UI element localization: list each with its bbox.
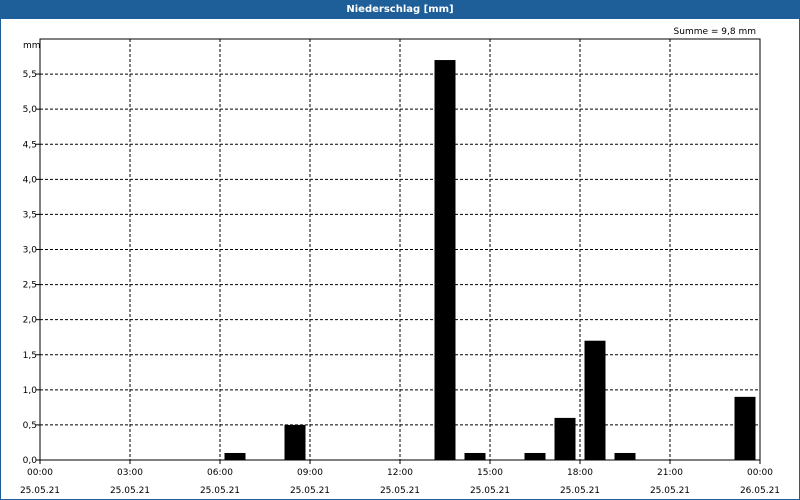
x-tick-time: 03:00 bbox=[117, 468, 143, 478]
x-tick-date: 26.05.21 bbox=[740, 486, 780, 496]
x-tick-date: 25.05.21 bbox=[200, 486, 240, 496]
y-tick-label: 2,0 bbox=[23, 316, 38, 326]
x-tick-time: 06:00 bbox=[207, 468, 233, 478]
y-tick-label: 0,5 bbox=[23, 421, 37, 431]
x-tick-date: 25.05.21 bbox=[20, 486, 60, 496]
x-tick-time: 00:00 bbox=[747, 468, 773, 478]
y-tick-label: 0,0 bbox=[23, 456, 38, 466]
precipitation-chart: 0,0 0,5 1,0 1,5 2,0 2,5 3,0 3,5 4,0 4,5 5,0 5,5 00:0… bbox=[20, 27, 780, 496]
bar bbox=[434, 60, 456, 461]
x-tick-date: 25.05.21 bbox=[380, 486, 420, 496]
y-tick-label: 1,0 bbox=[23, 386, 38, 396]
y-tick-label: 5,5 bbox=[23, 70, 37, 80]
x-tick-date: 25.05.21 bbox=[560, 486, 600, 496]
y-tick-label: 2,5 bbox=[23, 281, 37, 291]
y-tick-label: 5,0 bbox=[23, 105, 38, 115]
x-tick-date: 25.05.21 bbox=[650, 486, 690, 496]
y-tick-label: 3,5 bbox=[23, 210, 37, 220]
bar bbox=[614, 452, 636, 460]
y-tick-label: 3,0 bbox=[23, 246, 38, 256]
x-tick-date: 25.05.21 bbox=[470, 486, 510, 496]
sum-annotation: Summe = 9,8 mm bbox=[674, 27, 756, 37]
x-tick-time: 21:00 bbox=[657, 468, 683, 478]
bar bbox=[464, 452, 486, 460]
x-tick-time: 18:00 bbox=[567, 468, 593, 478]
x-tick-time: 15:00 bbox=[477, 468, 503, 478]
bar bbox=[224, 452, 246, 460]
y-axis-label: mm bbox=[23, 41, 41, 51]
y-tick-label: 1,5 bbox=[23, 351, 37, 361]
x-tick-time: 09:00 bbox=[297, 468, 323, 478]
x-tick-date: 25.05.21 bbox=[290, 486, 330, 496]
axes bbox=[36, 38, 761, 464]
bar bbox=[284, 424, 306, 460]
bar bbox=[524, 452, 546, 460]
y-tick-label: 4,5 bbox=[23, 140, 37, 150]
bar bbox=[554, 417, 576, 460]
grid bbox=[40, 39, 760, 460]
x-tick-date: 25.05.21 bbox=[110, 486, 150, 496]
bar bbox=[584, 340, 606, 460]
x-tick-time: 12:00 bbox=[387, 468, 413, 478]
x-tick-time: 00:00 bbox=[27, 468, 53, 478]
bar bbox=[734, 396, 756, 460]
y-tick-label: 4,0 bbox=[23, 175, 38, 185]
